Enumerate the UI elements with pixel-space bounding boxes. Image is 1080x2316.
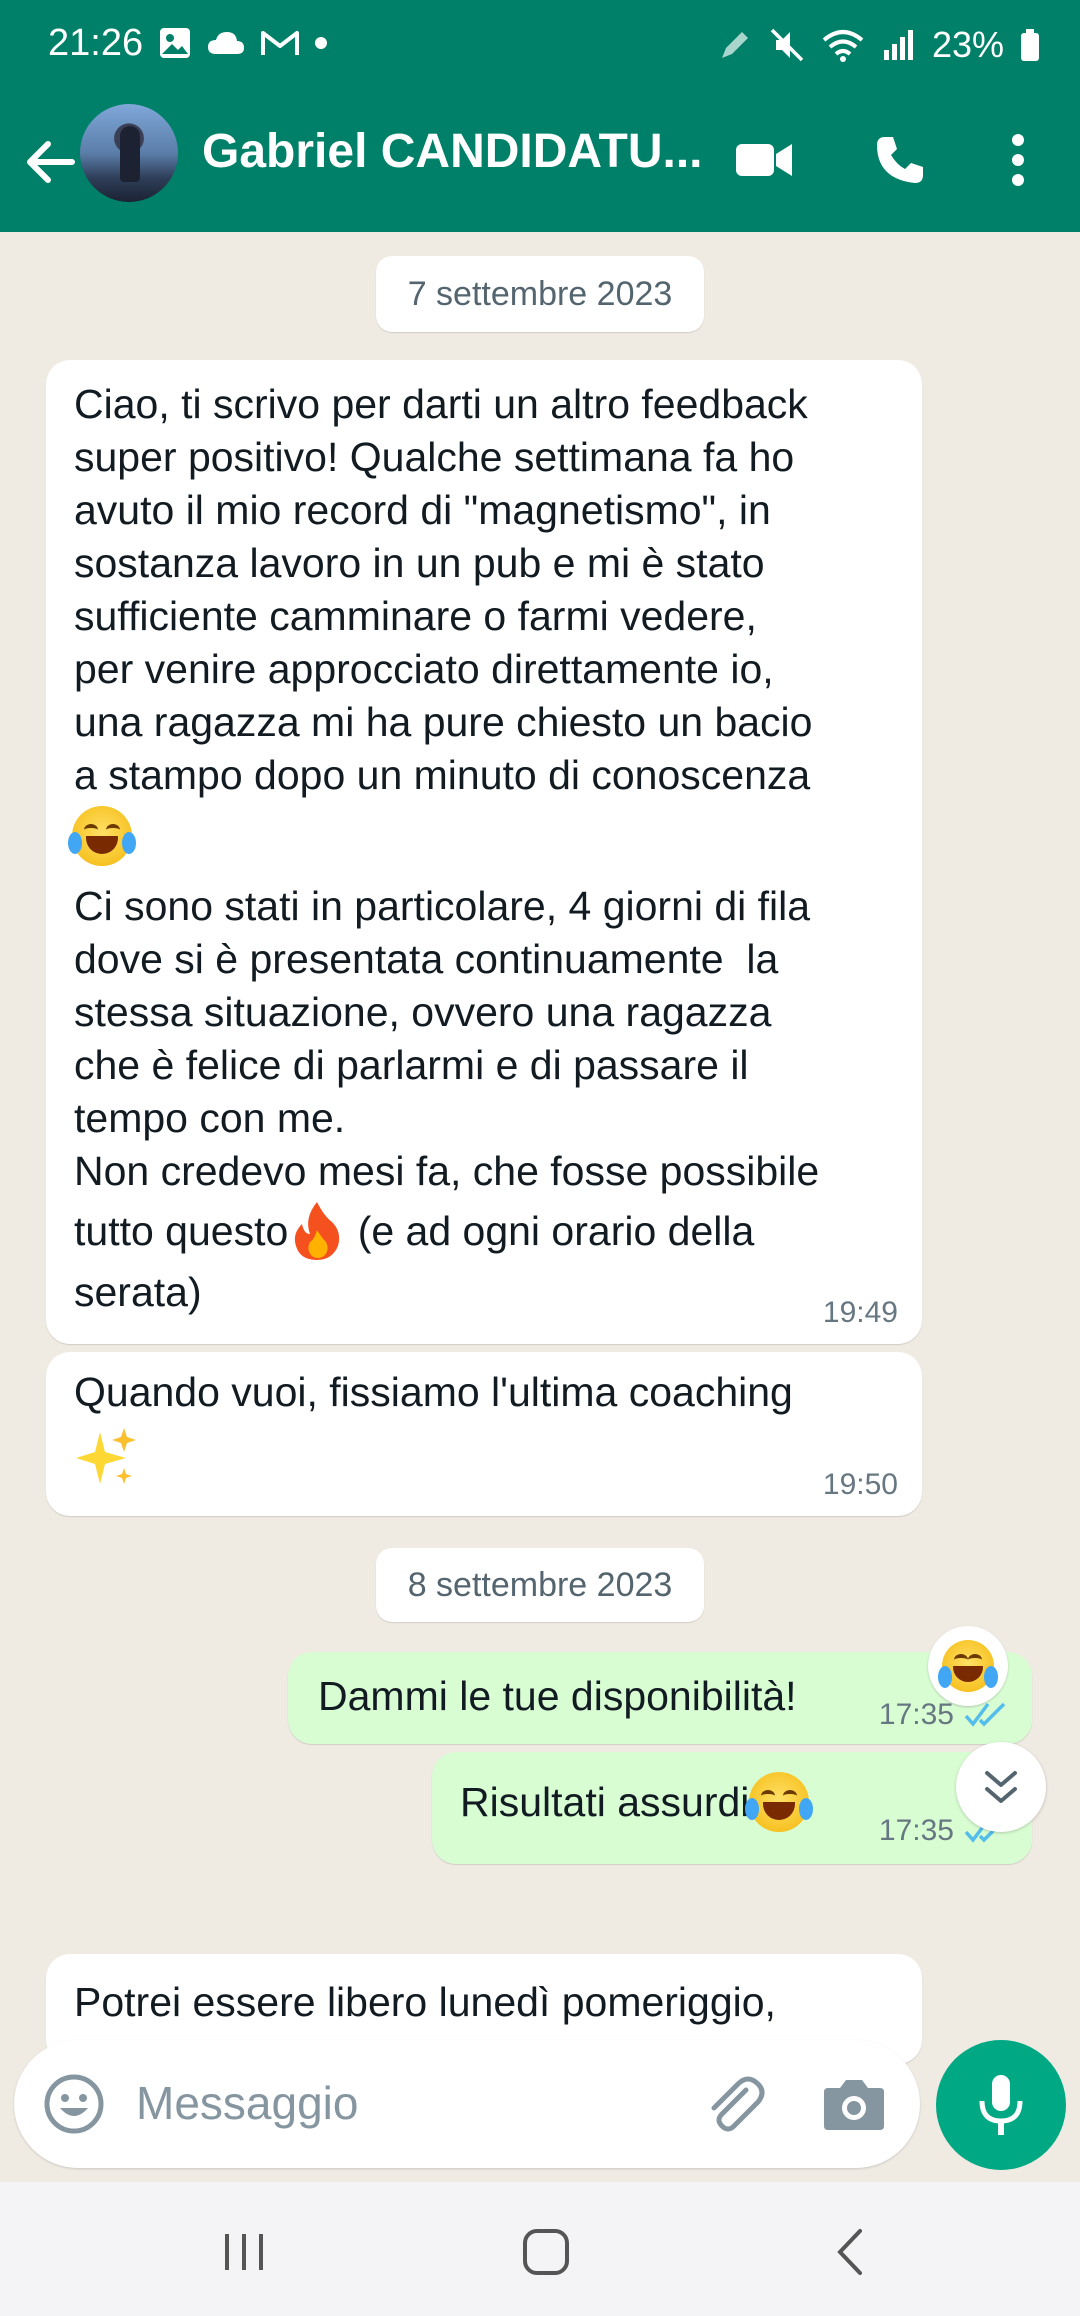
message-bubble-incoming[interactable]: Quando vuoi, fissiamo l'ultima coaching … — [46, 1352, 922, 1516]
message-time: 19:49 — [822, 1296, 898, 1329]
phone-icon[interactable] — [860, 120, 940, 200]
battery-icon — [1021, 29, 1039, 61]
cloud-notification-icon — [208, 32, 244, 54]
signal-icon — [883, 30, 913, 60]
message-time: 17:35 — [878, 1698, 954, 1731]
system-navigation-bar — [0, 2182, 1080, 2316]
message-bubble-outgoing[interactable]: Dammi le tue disponibilità! 17:35 — [288, 1652, 1032, 1744]
date-separator: 7 settembre 2023 — [376, 256, 704, 332]
wifi-icon — [822, 30, 864, 62]
message-time: 19:50 — [822, 1468, 898, 1501]
video-call-icon[interactable] — [724, 120, 804, 200]
scroll-to-bottom-button[interactable] — [956, 1742, 1046, 1832]
message-text: Potrei essere libero lunedì pomeriggio, — [74, 1979, 776, 2025]
double-chevron-down-icon — [985, 1771, 1017, 1803]
message-text: tutto questo — [74, 1207, 289, 1254]
message-composer[interactable]: Messaggio — [14, 2040, 920, 2168]
message-bubble-incoming[interactable]: Ciao, ti scrivo per darti un altro feedb… — [46, 360, 922, 1344]
message-input[interactable]: Messaggio — [136, 2076, 358, 2130]
recent-apps-icon[interactable] — [194, 2212, 294, 2292]
message-text: Ciao, ti scrivo per darti un altro feedb… — [74, 381, 813, 798]
avatar[interactable] — [80, 104, 178, 202]
back-icon[interactable] — [800, 2212, 900, 2292]
message-bubble-outgoing[interactable]: Risultati assurdi 17:35 — [432, 1752, 1032, 1864]
chat-header: Gabriel CANDIDATU... — [0, 92, 1080, 232]
message-text: serata) — [74, 1269, 202, 1315]
message-text: Quando vuoi, fissiamo l'ultima coaching — [74, 1369, 793, 1415]
camera-icon[interactable] — [822, 2074, 886, 2134]
status-time: 21:26 — [48, 22, 144, 64]
more-vert-icon[interactable] — [978, 120, 1058, 200]
more-notifications-dot-icon — [315, 37, 327, 49]
gmail-notification-icon — [261, 31, 299, 55]
date-separator: 8 settembre 2023 — [376, 1548, 704, 1622]
joy-emoji-icon — [938, 1640, 998, 1692]
fire-emoji-icon — [295, 1202, 340, 1260]
home-icon[interactable] — [496, 2212, 596, 2292]
message-text: Risultati assurdi — [460, 1778, 750, 1825]
message-time: 17:35 — [878, 1814, 954, 1847]
joy-emoji-icon — [745, 1772, 814, 1832]
contact-name[interactable]: Gabriel CANDIDATU... — [202, 124, 702, 179]
emoji-icon[interactable] — [42, 2072, 106, 2136]
message-text: Dammi le tue disponibilità! — [318, 1673, 797, 1719]
message-text: Ci sono stati in particolare, 4 giorni d… — [74, 883, 820, 1194]
status-bar: 21:26 23% — [0, 0, 1080, 92]
joy-emoji-icon — [68, 806, 136, 866]
sparkles-emoji-icon — [76, 1428, 136, 1484]
pen-icon — [721, 32, 748, 58]
message-text: (e ad ogni orario della — [346, 1207, 755, 1254]
battery-percent: 23% — [931, 24, 1004, 65]
gallery-notification-icon — [160, 28, 190, 58]
reaction-badge[interactable] — [928, 1626, 1008, 1706]
microphone-icon — [979, 2075, 1023, 2135]
attach-icon[interactable] — [700, 2070, 770, 2140]
voice-message-button[interactable] — [936, 2040, 1066, 2170]
mute-icon — [770, 28, 804, 62]
